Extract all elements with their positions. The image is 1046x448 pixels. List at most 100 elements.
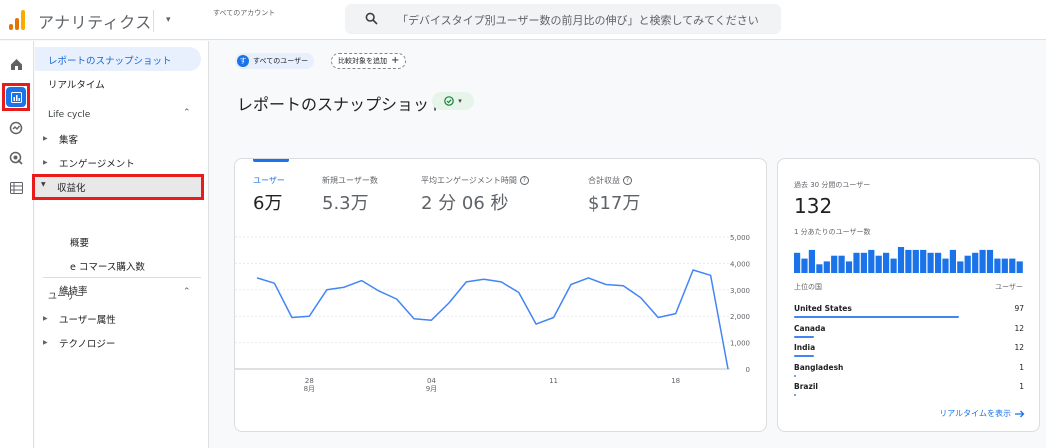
country-share-bar [794,355,815,357]
country-name: Canada [794,323,826,333]
view-realtime-label: リアルタイムを表示 [939,409,1011,418]
status-chip[interactable]: ▾ [432,92,474,110]
sidebar-item-monetization[interactable]: ▼ 収益化 [32,174,204,200]
country-row[interactable]: Brazil 1 [794,382,1024,400]
configure-icon[interactable] [7,179,25,197]
y-tick-label: 5,000 [730,234,750,242]
country-users: 12 [1014,343,1024,352]
top-bar: アナリティクス ▾ すべてのアカウント 「デバイスタイプ別ユーザー数の前月比の伸… [0,0,1046,40]
realtime-value: 132 [794,194,833,218]
view-realtime-link[interactable]: リアルタイムを表示 [939,408,1025,419]
sidebar-item-overview[interactable]: 概要 [70,235,89,249]
arrow-right-icon [1015,410,1025,417]
chevron-up-icon[interactable]: ⌃ [183,287,191,297]
minute-bar [1016,261,1023,273]
minute-bar [845,261,853,273]
sidebar-item-realtime[interactable]: リアルタイム [48,77,105,91]
metric-value: 5.3万 [322,193,369,214]
country-users: 1 [1019,382,1024,391]
country-row[interactable]: Canada 12 [794,324,1024,342]
chevron-up-icon[interactable]: ⌃ [183,108,191,118]
realtime-title: 過去 30 分間のユーザー [794,181,871,189]
report-sidebar: レポートのスナップショット リアルタイム Life cycle ⌃ ▶ 集客 ▶… [35,41,209,448]
minute-bar [853,252,860,273]
user-segment-label: すべてのユーザー [253,57,309,65]
x-tick-label: 18 [671,377,680,385]
minute-bar [868,249,875,273]
country-name: Brazil [794,382,818,391]
account-dropdown-icon[interactable]: ▾ [166,15,171,25]
minute-bar [897,247,905,273]
metric-tab-users[interactable]: ユーザー 6万 [253,175,285,215]
metric-tab-new-users[interactable]: 新規ユーザー数 5.3万 [322,175,378,215]
minute-bar [949,249,956,273]
country-share-bar [794,394,796,396]
minute-bar [860,252,867,273]
country-name: India [794,343,816,352]
minute-bar [942,258,949,273]
x-tick-label: 28 [305,377,314,385]
minute-bar [823,261,830,273]
x-tick-month-label: 8月 [304,385,315,393]
chevron-down-icon: ▾ [458,97,462,105]
country-row[interactable]: United States 97 [794,304,1024,322]
explore-icon[interactable] [7,119,25,137]
add-comparison-label: 比較対象を追加 [338,57,387,65]
country-name: Bangladesh [794,362,844,372]
analytics-logo [9,10,25,30]
y-tick-label: 3,000 [730,287,750,295]
x-tick-label: 11 [549,377,558,385]
sidebar-item-acquisition[interactable]: 集客 [59,132,78,146]
analytics-app: アナリティクス ▾ すべてのアカウント 「デバイスタイプ別ユーザー数の前月比の伸… [0,0,1046,448]
metric-label: 新規ユーザー数 [322,176,378,185]
app-title: アナリティクス [38,13,152,32]
per-minute-bar-chart [794,247,1023,273]
account-label[interactable]: すべてのアカウント [213,8,275,18]
sidebar-item-monetization-label: 収益化 [57,183,86,194]
caret-right-icon[interactable]: ▶ [43,135,48,142]
metric-tab-engagement-time[interactable]: 平均エンゲージメント時間? 2 分 06 秒 [421,175,529,215]
minute-bar [816,264,823,273]
reports-icon[interactable] [6,87,26,107]
plus-icon: + [391,55,400,66]
country-users: 97 [1014,304,1024,313]
help-icon[interactable]: ? [519,176,529,185]
y-tick-label: 0 [746,366,750,374]
caret-right-icon[interactable]: ▶ [43,159,48,166]
metric-label-row: 合計収益? [588,175,640,186]
minute-bar [927,252,934,273]
help-icon[interactable]: ? [623,176,632,185]
active-metric-indicator [253,159,289,162]
section-header-lifecycle[interactable]: Life cycle [48,110,90,120]
country-share-bar [794,316,959,318]
sidebar-divider [43,277,201,278]
sidebar-item-ecommerce-purchases[interactable]: e コマース購入数 [70,259,145,273]
search-input[interactable]: 「デバイスタイプ別ユーザー数の前月比の伸び」と検索してみてください [345,4,781,34]
advertising-icon[interactable] [7,149,25,167]
metric-tab-revenue[interactable]: 合計収益? $17万 [588,175,640,215]
sidebar-item-demographics[interactable]: ユーザー属性 [59,312,116,326]
caret-right-icon[interactable]: ▶ [43,339,48,346]
search-placeholder: 「デバイスタイプ別ユーザー数の前月比の伸び」と検索してみてください [397,14,759,27]
x-tick-month-label: 9月 [426,385,437,393]
search-icon [365,12,378,25]
top-countries-header: 上位の国 [794,283,822,291]
country-row[interactable]: Bangladesh 1 [794,363,1024,381]
add-comparison-chip[interactable]: 比較対象を追加 + [331,53,407,69]
left-rail [0,41,34,448]
minute-bar [979,249,986,273]
user-segment-chip[interactable]: す すべてのユーザー [235,53,315,69]
minute-bar [801,258,808,273]
realtime-subtitle: 1 分あたりのユーザー数 [794,228,871,236]
country-name: United States [794,304,852,313]
home-icon[interactable] [7,55,25,73]
minute-bar [905,249,912,273]
minute-bar [972,252,979,273]
caret-right-icon[interactable]: ▶ [43,315,48,322]
segment-avatar: す [237,55,249,67]
sidebar-item-technology[interactable]: テクノロジー [59,336,115,350]
minute-bar [957,261,964,273]
sidebar-item-engagement[interactable]: エンゲージメント [59,156,135,170]
section-header-user[interactable]: ユーザー [48,289,84,302]
country-row[interactable]: India 12 [794,343,1024,361]
